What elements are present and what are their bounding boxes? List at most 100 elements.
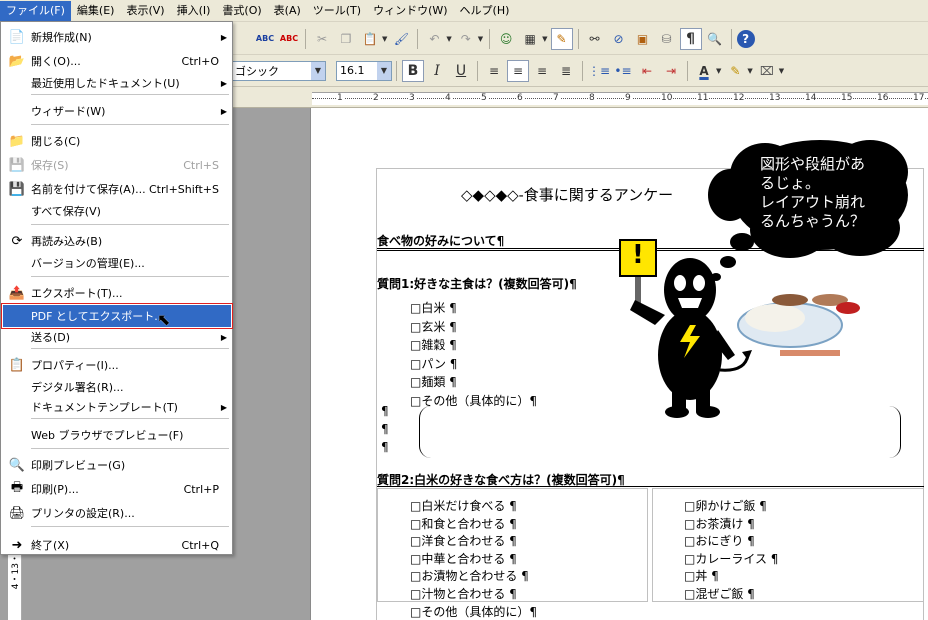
format-paintbrush-icon[interactable]: 🖌 [390,28,412,50]
section-heading[interactable]: 食べ物の好みについて¶ [377,232,504,249]
vertical-ruler[interactable]: 4・13・ [8,550,22,620]
q1-option[interactable]: □白米 ¶ [410,299,457,316]
font-name-combo[interactable]: ゴシック ▼ [232,60,326,81]
chevron-down-icon[interactable]: ▼ [376,61,391,80]
file-menu-item[interactable]: PDF としてエクスポート... [1,303,233,329]
chevron-down-icon[interactable]: ▼ [310,61,325,80]
navigator-icon[interactable]: ⊘ [608,28,630,50]
document-title[interactable]: ◇◆◇◆◇-食事に関するアンケー [461,184,673,205]
chevron-down-icon[interactable]: ▼ [478,35,483,43]
file-menu-item[interactable]: ドキュメントテンプレート(T) ▶ [3,396,231,418]
q1-option[interactable]: □雑穀 ¶ [410,336,457,353]
font-color-icon[interactable]: A [693,60,715,82]
menu-insert[interactable]: 挿入(I) [171,1,217,21]
highlight-icon[interactable]: ✎ [724,60,746,82]
decrease-indent-icon[interactable]: ⇤ [636,60,658,82]
menu-help[interactable]: ヘルプ(H) [454,1,516,21]
file-menu-item[interactable]: デジタル署名(R)... [3,376,231,398]
numbering-icon[interactable]: ⋮≡ [588,60,610,82]
background-color-icon[interactable]: ⌧ [756,60,778,82]
chevron-down-icon[interactable]: ▼ [716,67,721,75]
empty-paragraph[interactable]: ¶ [381,422,389,436]
file-menu-item[interactable]: 📄 新規作成(N) ▶ [3,26,231,48]
question-1[interactable]: 質問1:好きな主食は？(複数回答可)¶ [377,275,577,292]
cut-icon[interactable]: ✂ [311,28,333,50]
align-center-icon[interactable]: ≡ [507,59,529,82]
q1-option[interactable]: □パン ¶ [410,355,457,372]
bullets-icon[interactable]: •≡ [612,60,634,82]
chevron-down-icon[interactable]: ▼ [382,35,387,43]
q2-left-option[interactable]: □その他（具体的に）¶ [410,603,537,620]
autospellcheck-icon[interactable]: ABC [278,28,300,50]
q1-option[interactable]: □玄米 ¶ [410,318,457,335]
menu-edit[interactable]: 編集(E) [71,1,121,21]
paste-icon[interactable]: 📋 [359,28,381,50]
q2-right-option[interactable]: □カレーライス ¶ [684,550,778,567]
copy-icon[interactable]: ❐ [335,28,357,50]
empty-paragraph[interactable]: ¶ [381,404,389,418]
table-icon[interactable]: ▦ [519,28,541,50]
zoom-icon[interactable]: 🔍 [704,28,726,50]
increase-indent-icon[interactable]: ⇥ [660,60,682,82]
q2-left-option[interactable]: □洋食と合わせる ¶ [410,532,517,549]
q2-left-option[interactable]: □お漬物と合わせる ¶ [410,567,529,584]
redo-icon[interactable]: ↷ [455,28,477,50]
file-menu-item[interactable]: 🖶 印刷(P)... Ctrl+P [3,478,231,500]
file-menu-item[interactable]: 最近使用したドキュメント(U) ▶ [3,72,231,94]
hyperlink-icon[interactable]: ☺ [495,28,517,50]
chevron-down-icon[interactable]: ▼ [779,67,784,75]
chevron-down-icon[interactable]: ▼ [446,35,451,43]
q2-right-option[interactable]: □お茶漬け ¶ [684,515,755,532]
file-menu-item[interactable]: Web ブラウザでプレビュー(F) [3,424,231,446]
undo-icon[interactable]: ↶ [423,28,445,50]
file-menu-item[interactable]: すべて保存(V) [3,200,231,222]
find-icon[interactable]: ⚯ [584,28,606,50]
datasource-icon[interactable]: ⛁ [656,28,678,50]
menu-table[interactable]: 表(A) [268,1,307,21]
underline-button[interactable]: U [450,60,472,82]
menu-view[interactable]: 表示(V) [120,1,170,21]
answer-bracket-box[interactable] [419,406,901,458]
q2-left-option[interactable]: □汁物と合わせる ¶ [410,585,517,602]
file-menu-item[interactable]: 送る(D) ▶ [3,326,231,348]
file-menu-item[interactable]: 📂 開く(O)... Ctrl+O [3,50,231,72]
align-right-icon[interactable]: ≡ [531,60,553,82]
help-icon[interactable]: ? [736,29,755,48]
draw-functions-icon[interactable]: ✎ [550,27,573,50]
chevron-down-icon[interactable]: ▼ [542,35,547,43]
file-menu-item[interactable]: 📁 閉じる(C) [3,130,231,152]
q1-option[interactable]: □その他（具体的に）¶ [410,392,537,409]
bold-button[interactable]: B [402,59,424,82]
italic-button[interactable]: I [426,60,448,82]
file-menu-item[interactable]: バージョンの管理(E)... [3,252,231,274]
empty-paragraph[interactable]: ¶ [381,440,389,454]
q2-right-option[interactable]: □混ぜご飯 ¶ [684,585,755,602]
file-menu-item[interactable]: 🖨 プリンタの設定(R)... [3,502,231,524]
file-menu-item[interactable]: 📤 エクスポート(T)... [3,282,231,304]
formatting-marks-icon[interactable]: ¶ [679,27,702,50]
menu-format[interactable]: 書式(O) [216,1,267,21]
file-menu-item[interactable]: 🔍 印刷プレビュー(G) [3,454,231,476]
horizontal-ruler[interactable]: 1 2 3 4 5 6 7 8 9 10 11 12 13 14 15 16 17 [232,88,928,108]
q2-right-option[interactable]: □丼 ¶ [684,567,719,584]
file-menu-item[interactable]: ⟳ 再読み込み(B) [3,230,231,252]
file-menu-item[interactable]: 📋 プロパティー(I)... [3,354,231,376]
menu-file[interactable]: ファイル(F) [0,0,71,21]
chevron-down-icon[interactable]: ▼ [747,67,752,75]
q2-right-option[interactable]: □おにぎり ¶ [684,532,755,549]
file-menu-item[interactable]: ➜ 終了(X) Ctrl+Q [3,534,231,556]
file-menu-item[interactable]: 💾 保存(S) Ctrl+S [3,154,231,176]
file-menu-item[interactable]: ウィザード(W) ▶ [3,100,231,122]
menu-window[interactable]: ウィンドウ(W) [367,1,453,21]
q2-right-option[interactable]: □卵かけご飯 ¶ [684,497,767,514]
align-left-icon[interactable]: ≡ [483,60,505,82]
q2-left-option[interactable]: □白米だけ食べる ¶ [410,497,517,514]
font-size-combo[interactable]: 16.1 ▼ [336,60,392,81]
justify-icon[interactable]: ≣ [555,60,577,82]
spellcheck-icon[interactable]: ABC [254,28,276,50]
file-menu-item[interactable]: 💾 名前を付けて保存(A)... Ctrl+Shift+S [3,178,231,200]
q2-left-option[interactable]: □和食と合わせる ¶ [410,515,517,532]
menu-tools[interactable]: ツール(T) [307,1,367,21]
gallery-icon[interactable]: ▣ [632,28,654,50]
q1-option[interactable]: □麺類 ¶ [410,373,457,390]
